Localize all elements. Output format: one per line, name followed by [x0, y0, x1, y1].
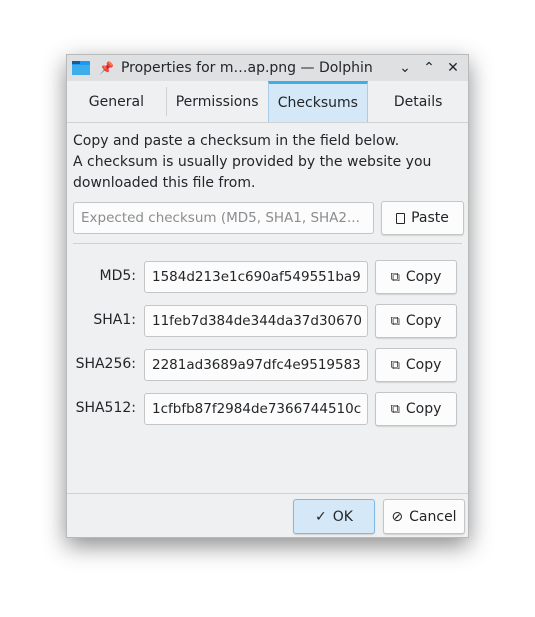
tab-general[interactable]: General	[67, 81, 166, 122]
sha256-value: 2281ad3689a97dfc4e9519583	[152, 357, 361, 373]
sha256-row: SHA256: 2281ad3689a97dfc4e9519583 ⧉ Copy	[73, 348, 462, 382]
checkmark-icon: ✓	[315, 508, 327, 525]
checksums-panel: Copy and paste a checksum in the field b…	[73, 131, 464, 531]
copy-sha512-button[interactable]: ⧉ Copy	[375, 392, 457, 426]
sha512-value: 1cfbfb87f2984de7366744510c	[152, 401, 362, 417]
minimize-button[interactable]: ⌄	[394, 60, 416, 76]
clipboard-icon	[396, 212, 406, 224]
tab-label: Details	[393, 93, 443, 110]
sha256-label: SHA256:	[75, 356, 136, 372]
sha512-label: SHA512:	[75, 400, 136, 416]
md5-field[interactable]: 1584d213e1c690af549551ba9	[144, 261, 368, 293]
tab-permissions[interactable]: Permissions	[167, 81, 268, 122]
close-button[interactable]: ✕	[442, 60, 464, 76]
copy-label: Copy	[405, 313, 442, 329]
placeholder-text: Expected checksum (MD5, SHA1, SHA2...	[81, 210, 360, 226]
sha512-field[interactable]: 1cfbfb87f2984de7366744510c	[144, 393, 368, 425]
copy-sha1-button[interactable]: ⧉ Copy	[375, 304, 457, 338]
sha1-row: SHA1: 11feb7d384de344da37d30670 ⧉ Copy	[73, 304, 462, 338]
sha1-field[interactable]: 11feb7d384de344da37d30670	[144, 305, 368, 337]
description-line: A checksum is usually provided by the we…	[73, 154, 432, 170]
sha256-field[interactable]: 2281ad3689a97dfc4e9519583	[144, 349, 368, 381]
paste-label: Paste	[411, 210, 449, 226]
ok-button[interactable]: ✓ OK	[293, 499, 375, 534]
tab-checksums[interactable]: Checksums	[267, 81, 369, 122]
copy-icon: ⧉	[390, 357, 400, 373]
folder-icon	[72, 61, 90, 75]
sha512-row: SHA512: 1cfbfb87f2984de7366744510c ⧉ Copy	[73, 392, 462, 426]
window-title: Properties for m…ap.png — Dolphin	[120, 60, 373, 76]
tab-details[interactable]: Details	[368, 81, 468, 122]
copy-icon: ⧉	[390, 269, 400, 285]
footer-separator	[67, 493, 468, 494]
tab-label: Checksums	[277, 95, 358, 111]
description-line: Copy and paste a checksum in the field b…	[73, 133, 400, 149]
copy-icon: ⧉	[390, 313, 400, 329]
tab-label: General	[88, 93, 144, 110]
md5-row: MD5: 1584d213e1c690af549551ba9 ⧉ Copy	[73, 260, 462, 294]
description: Copy and paste a checksum in the field b…	[73, 131, 462, 194]
copy-sha256-button[interactable]: ⧉ Copy	[375, 348, 457, 382]
sha1-value: 11feb7d384de344da37d30670	[152, 313, 362, 329]
paste-button[interactable]: Paste	[381, 201, 464, 235]
cancel-icon: ⊘	[391, 508, 404, 525]
pin-icon[interactable]: 📌	[99, 61, 114, 75]
copy-md5-button[interactable]: ⧉ Copy	[375, 260, 457, 294]
sha1-label: SHA1:	[93, 312, 136, 328]
copy-icon: ⧉	[390, 401, 400, 417]
title-bar[interactable]: 📌 Properties for m…ap.png — Dolphin ⌄ ⌃ …	[67, 55, 468, 81]
md5-label: MD5:	[99, 268, 136, 284]
properties-dialog: 📌 Properties for m…ap.png — Dolphin ⌄ ⌃ …	[66, 54, 469, 538]
copy-label: Copy	[405, 357, 442, 373]
ok-label: OK	[332, 508, 353, 525]
cancel-button[interactable]: ⊘ Cancel	[383, 499, 465, 534]
copy-label: Copy	[405, 269, 442, 285]
md5-value: 1584d213e1c690af549551ba9	[152, 269, 361, 285]
separator	[73, 243, 462, 244]
tab-label: Permissions	[175, 93, 259, 110]
description-line: downloaded this file from.	[73, 175, 256, 191]
expected-checksum-input[interactable]: Expected checksum (MD5, SHA1, SHA2...	[73, 202, 374, 234]
maximize-button[interactable]: ⌃	[418, 60, 440, 76]
cancel-label: Cancel	[409, 508, 457, 525]
copy-label: Copy	[405, 401, 442, 417]
tab-bar: General Permissions Checksums Details	[67, 81, 468, 123]
